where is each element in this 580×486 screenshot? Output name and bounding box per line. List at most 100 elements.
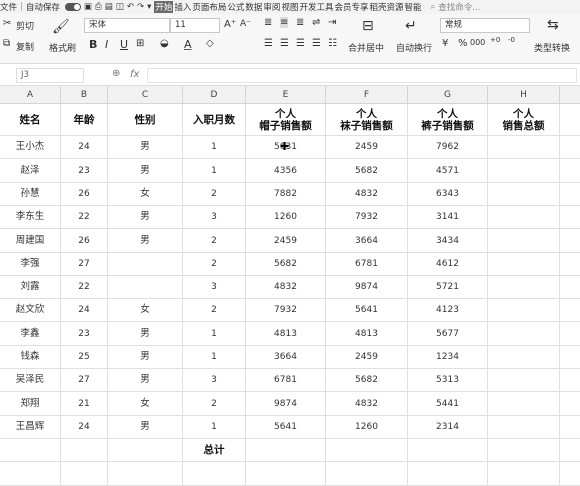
name-cell[interactable]: 郑翔	[0, 392, 61, 416]
cell[interactable]	[560, 206, 580, 229]
align-middle-icon[interactable]: ≡	[280, 17, 289, 28]
search-command[interactable]: 查找命令...	[438, 1, 480, 13]
preview-icon[interactable]: ◫	[116, 2, 124, 12]
autosave-toggle[interactable]	[64, 3, 81, 11]
name-cell[interactable]: 周建国	[0, 229, 61, 253]
hat-sales-cell[interactable]: 4356	[246, 159, 326, 183]
cell[interactable]	[560, 322, 580, 346]
cut-button[interactable]: 剪切	[16, 19, 34, 32]
month-cell[interactable]: 2	[183, 392, 246, 416]
pants-sales-cell[interactable]	[408, 439, 488, 462]
name-box[interactable]: J3	[16, 68, 84, 83]
tab-developer[interactable]: 开发工具	[299, 1, 333, 13]
save-icon[interactable]: ▣	[84, 2, 92, 12]
copy-button[interactable]: 复制	[16, 40, 34, 53]
total-sales-cell[interactable]	[488, 346, 560, 369]
age-cell[interactable]: 22	[61, 276, 108, 299]
gender-cell[interactable]: 女	[108, 183, 183, 206]
column-header-h[interactable]: H	[488, 86, 560, 104]
sock-sales-cell[interactable]: 2459	[326, 136, 408, 159]
name-cell[interactable]: 刘露	[0, 276, 61, 299]
header-pants-sales[interactable]: 个人 裤子销售额	[408, 104, 488, 136]
name-cell[interactable]: 钱森	[0, 346, 61, 369]
merge-center-button[interactable]: 合并居中	[348, 41, 384, 54]
age-cell[interactable]: 24	[61, 136, 108, 159]
cell[interactable]	[560, 183, 580, 206]
header-total-sales[interactable]: 个人 销售总额	[488, 104, 560, 136]
align-top-icon[interactable]: ≣	[264, 17, 272, 28]
tab-insert[interactable]: 插入	[174, 1, 191, 13]
age-cell[interactable]: 27	[61, 369, 108, 392]
clear-format-icon[interactable]: ◇	[206, 38, 214, 49]
header-gender[interactable]: 性别	[108, 104, 183, 136]
pants-sales-cell[interactable]: 5677	[408, 322, 488, 346]
name-cell[interactable]: 李鑫	[0, 322, 61, 346]
age-cell[interactable]: 22	[61, 206, 108, 229]
redo-icon[interactable]: ↷	[137, 2, 144, 12]
cell[interactable]	[560, 104, 580, 136]
month-cell[interactable]: 1	[183, 322, 246, 346]
decrease-decimal-icon[interactable]: -0	[508, 36, 515, 44]
pants-sales-cell[interactable]: 2314	[408, 416, 488, 439]
sock-sales-cell[interactable]: 1260	[326, 416, 408, 439]
gender-cell[interactable]: 男	[108, 369, 183, 392]
menu-file[interactable]: 文件	[0, 1, 17, 13]
header-hat-sales[interactable]: 个人 帽子销售额	[246, 104, 326, 136]
fx-label[interactable]: fx	[130, 69, 139, 80]
hat-sales-cell[interactable]	[246, 439, 326, 462]
pants-sales-cell[interactable]: 5313	[408, 369, 488, 392]
format-painter-icon[interactable]: 🖌	[52, 19, 70, 35]
total-sales-cell[interactable]	[488, 136, 560, 159]
pants-sales-cell[interactable]: 6343	[408, 183, 488, 206]
column-header-d[interactable]: D	[183, 86, 246, 104]
gender-cell[interactable]	[108, 439, 183, 462]
column-header-i[interactable]	[560, 86, 580, 104]
format-painter-button[interactable]: 格式刷	[49, 41, 76, 54]
pants-sales-cell[interactable]: 3141	[408, 206, 488, 229]
pants-sales-cell[interactable]: 4612	[408, 253, 488, 276]
month-cell[interactable]: 3	[183, 276, 246, 299]
increase-decimal-icon[interactable]: +0	[490, 36, 500, 44]
total-label[interactable]: 总计	[183, 439, 246, 462]
cell[interactable]	[560, 229, 580, 253]
gender-cell[interactable]: 男	[108, 229, 183, 253]
column-header-b[interactable]: B	[61, 86, 108, 104]
hat-sales-cell[interactable]: 1260	[246, 206, 326, 229]
cut-icon[interactable]: ✂	[3, 18, 11, 29]
gender-cell[interactable]	[108, 276, 183, 299]
more-icon[interactable]: ▾	[147, 2, 151, 12]
pants-sales-cell[interactable]: 5441	[408, 392, 488, 416]
age-cell[interactable]: 26	[61, 229, 108, 253]
hat-sales-cell[interactable]: 7882	[246, 183, 326, 206]
gender-cell[interactable]: 男	[108, 322, 183, 346]
sock-sales-cell[interactable]: 5682	[326, 369, 408, 392]
bold-icon[interactable]: B	[89, 38, 97, 51]
total-sales-cell[interactable]	[488, 183, 560, 206]
distribute-icon[interactable]: ☷	[328, 38, 337, 49]
sock-sales-cell[interactable]: 4813	[326, 322, 408, 346]
gender-cell[interactable]: 女	[108, 392, 183, 416]
print-icon[interactable]: ▤	[105, 2, 113, 12]
column-header-c[interactable]: C	[108, 86, 183, 104]
month-cell[interactable]: 3	[183, 369, 246, 392]
hat-sales-cell[interactable]: 3664	[246, 346, 326, 369]
age-cell[interactable]: 27	[61, 253, 108, 276]
gender-cell[interactable]: 男	[108, 136, 183, 159]
cell[interactable]	[560, 392, 580, 416]
sock-sales-cell[interactable]: 3664	[326, 229, 408, 253]
month-cell[interactable]: 1	[183, 136, 246, 159]
cell[interactable]	[560, 136, 580, 159]
hat-sales-cell[interactable]: 6781	[246, 369, 326, 392]
header-sock-sales[interactable]: 个人 袜子销售额	[326, 104, 408, 136]
total-sales-cell[interactable]	[488, 253, 560, 276]
column-header-e[interactable]: E	[246, 86, 326, 104]
pants-sales-cell[interactable]: 4571	[408, 159, 488, 183]
total-sales-cell[interactable]	[488, 392, 560, 416]
tab-view[interactable]: 视图	[281, 1, 298, 13]
month-cell[interactable]: 1	[183, 416, 246, 439]
age-cell[interactable]: 24	[61, 416, 108, 439]
hat-sales-cell[interactable]	[246, 462, 326, 486]
sock-sales-cell[interactable]: 4832	[326, 183, 408, 206]
age-cell[interactable]	[61, 439, 108, 462]
font-color-icon[interactable]: A	[184, 38, 192, 51]
